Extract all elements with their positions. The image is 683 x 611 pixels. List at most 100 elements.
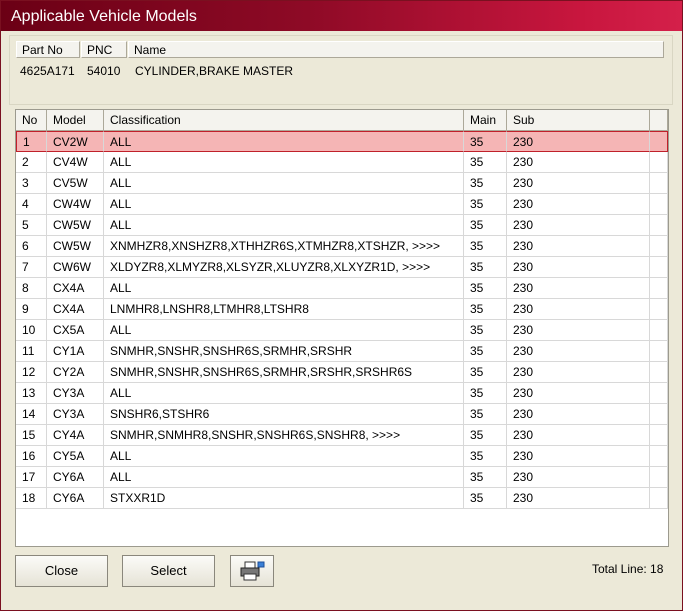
cell-sub: 230 xyxy=(507,299,650,320)
cell-main: 35 xyxy=(464,152,507,173)
table-row[interactable]: 15 CY4A SNMHR,SNMHR8,SNSHR,SNSHR6S,SNSHR8,… xyxy=(16,425,668,446)
cell-main: 35 xyxy=(464,383,507,404)
table-row[interactable]: 11 CY1A SNMHR,SNSHR,SNSHR6S,SRMHR,SRSHR 35 2… xyxy=(16,341,668,362)
cell-classification: ALL xyxy=(104,131,464,152)
table-row[interactable]: 13 CY3A ALL 35 230 xyxy=(16,383,668,404)
cell-classification: ALL xyxy=(104,215,464,236)
cell-main: 35 xyxy=(464,215,507,236)
cell-main: 35 xyxy=(464,257,507,278)
table-row[interactable]: 1 CV2W ALL 35 230 xyxy=(16,131,668,152)
table-row[interactable]: 3 CV5W ALL 35 230 xyxy=(16,173,668,194)
cell-no: 3 xyxy=(16,173,47,194)
table-row[interactable]: 5 CW5W ALL 35 230 xyxy=(16,215,668,236)
applicable-vehicle-models-window: Applicable Vehicle Models Part No PNC Na… xyxy=(0,0,683,611)
cell-filler xyxy=(650,152,668,173)
cell-no: 1 xyxy=(16,131,47,152)
cell-main: 35 xyxy=(464,131,507,152)
table-row[interactable]: 7 CW6W XLDYZR8,XLMYZR8,XLSYZR,XLUYZR8,XLXY… xyxy=(16,257,668,278)
cell-classification: ALL xyxy=(104,446,464,467)
cell-model: CV4W xyxy=(47,152,104,173)
close-button[interactable]: Close xyxy=(15,555,108,587)
table-row[interactable]: 18 CY6A STXXR1D 35 230 xyxy=(16,488,668,509)
table-row[interactable]: 8 CX4A ALL 35 230 xyxy=(16,278,668,299)
cell-sub: 230 xyxy=(507,173,650,194)
table-row[interactable]: 14 CY3A SNSHR6,STSHR6 35 230 xyxy=(16,404,668,425)
cell-main: 35 xyxy=(464,446,507,467)
select-button[interactable]: Select xyxy=(122,555,215,587)
cell-model: CY6A xyxy=(47,467,104,488)
name-header: Name xyxy=(128,41,664,58)
cell-no: 12 xyxy=(16,362,47,383)
cell-sub: 230 xyxy=(507,362,650,383)
cell-classification: SNMHR,SNSHR,SNSHR6S,SRMHR,SRSHR,SRSHR6S xyxy=(104,362,464,383)
cell-sub: 230 xyxy=(507,446,650,467)
cell-model: CX4A xyxy=(47,278,104,299)
table-row[interactable]: 6 CW5W XNMHZR8,XNSHZR8,XTHHZR6S,XTMHZR8,XT… xyxy=(16,236,668,257)
cell-no: 15 xyxy=(16,425,47,446)
cell-classification: ALL xyxy=(104,152,464,173)
cell-model: CW6W xyxy=(47,257,104,278)
print-button[interactable] xyxy=(230,555,274,587)
table-row[interactable]: 9 CX4A LNMHR8,LNSHR8,LTMHR8,LTSHR8 35 230 xyxy=(16,299,668,320)
cell-no: 16 xyxy=(16,446,47,467)
cell-main: 35 xyxy=(464,488,507,509)
cell-main: 35 xyxy=(464,341,507,362)
table-row[interactable]: 10 CX5A ALL 35 230 xyxy=(16,320,668,341)
table-row[interactable]: 17 CY6A ALL 35 230 xyxy=(16,467,668,488)
cell-no: 17 xyxy=(16,467,47,488)
table-row[interactable]: 12 CY2A SNMHR,SNSHR,SNSHR6S,SRMHR,SRSHR,SR… xyxy=(16,362,668,383)
cell-main: 35 xyxy=(464,425,507,446)
column-header-model[interactable]: Model xyxy=(47,110,104,131)
cell-classification: STXXR1D xyxy=(104,488,464,509)
cell-no: 9 xyxy=(16,299,47,320)
column-header-filler xyxy=(650,110,668,131)
cell-classification: SNSHR6,STSHR6 xyxy=(104,404,464,425)
cell-no: 13 xyxy=(16,383,47,404)
column-header-main[interactable]: Main xyxy=(464,110,507,131)
cell-model: CX4A xyxy=(47,299,104,320)
cell-classification: XLDYZR8,XLMYZR8,XLSYZR,XLUYZR8,XLXYZR1D,… xyxy=(104,257,464,278)
cell-model: CW5W xyxy=(47,215,104,236)
cell-model: CY5A xyxy=(47,446,104,467)
cell-classification: ALL xyxy=(104,467,464,488)
cell-model: CY2A xyxy=(47,362,104,383)
cell-main: 35 xyxy=(464,278,507,299)
cell-main: 35 xyxy=(464,173,507,194)
table-row[interactable]: 2 CV4W ALL 35 230 xyxy=(16,152,668,173)
cell-sub: 230 xyxy=(507,383,650,404)
cell-main: 35 xyxy=(464,320,507,341)
cell-sub: 230 xyxy=(507,194,650,215)
cell-sub: 230 xyxy=(507,215,650,236)
column-header-classification[interactable]: Classification xyxy=(104,110,464,131)
cell-filler xyxy=(650,425,668,446)
part-name-value: CYLINDER,BRAKE MASTER xyxy=(135,64,294,78)
cell-filler xyxy=(650,257,668,278)
column-header-no[interactable]: No xyxy=(16,110,47,131)
cell-filler xyxy=(650,488,668,509)
cell-filler xyxy=(650,404,668,425)
cell-no: 4 xyxy=(16,194,47,215)
table-row[interactable]: 4 CW4W ALL 35 230 xyxy=(16,194,668,215)
cell-sub: 230 xyxy=(507,131,650,152)
cell-filler xyxy=(650,131,668,152)
cell-filler xyxy=(650,362,668,383)
cell-model: CV2W xyxy=(47,131,104,152)
table-row[interactable]: 16 CY5A ALL 35 230 xyxy=(16,446,668,467)
cell-filler xyxy=(650,215,668,236)
column-header-sub[interactable]: Sub xyxy=(507,110,650,131)
cell-filler xyxy=(650,194,668,215)
title-bar[interactable]: Applicable Vehicle Models xyxy=(1,1,682,31)
cell-model: CV5W xyxy=(47,173,104,194)
cell-sub: 230 xyxy=(507,425,650,446)
cell-main: 35 xyxy=(464,467,507,488)
cell-sub: 230 xyxy=(507,278,650,299)
cell-filler xyxy=(650,320,668,341)
printer-icon xyxy=(240,561,265,581)
cell-sub: 230 xyxy=(507,341,650,362)
cell-main: 35 xyxy=(464,236,507,257)
cell-filler xyxy=(650,341,668,362)
cell-no: 18 xyxy=(16,488,47,509)
vehicle-models-grid[interactable]: No Model Classification Main Sub 1 CV2W AL… xyxy=(15,109,669,547)
cell-main: 35 xyxy=(464,362,507,383)
cell-classification: ALL xyxy=(104,278,464,299)
